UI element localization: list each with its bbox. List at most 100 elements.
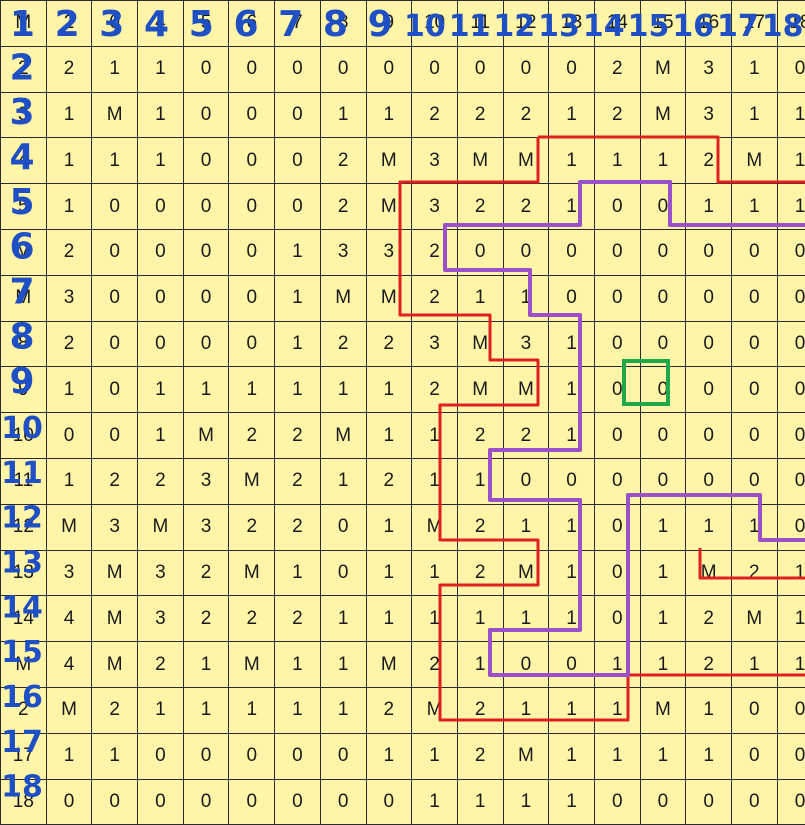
- grid-cell: 1: [320, 458, 366, 504]
- grid-cell: M: [229, 458, 275, 504]
- grid-cell: 2: [457, 504, 503, 550]
- grid-cell: M: [503, 733, 549, 779]
- grid-cell: 0: [229, 779, 275, 825]
- grid-cell: 1: [549, 321, 595, 367]
- grid-cell: 0: [138, 275, 184, 321]
- grid-cell: 1: [46, 92, 92, 138]
- grid-cell: 1: [777, 550, 805, 596]
- grid-cell: 1: [183, 687, 229, 733]
- grid-cell: 3: [46, 550, 92, 596]
- grid-cell: 2: [46, 321, 92, 367]
- grid-cell: 1: [320, 92, 366, 138]
- grid-cell: 1: [640, 550, 686, 596]
- grid-cell: 16: [686, 1, 732, 47]
- grid-cell: 1: [640, 596, 686, 642]
- grid-cell: 0: [503, 458, 549, 504]
- grid-cell: 1: [366, 367, 412, 413]
- grid-cell: 9: [366, 1, 412, 47]
- grid-cell: 2: [92, 687, 138, 733]
- grid-cell: 1: [412, 733, 458, 779]
- grid-cell: 4: [46, 596, 92, 642]
- grid-cell: 0: [549, 642, 595, 688]
- grid-cell: 1: [366, 550, 412, 596]
- grid-cell: 3: [183, 458, 229, 504]
- grid-cell: 0: [366, 779, 412, 825]
- grid-cell: M: [366, 275, 412, 321]
- grid-cell: 1: [686, 687, 732, 733]
- grid-cell: 1: [594, 642, 640, 688]
- grid-cell: 0: [640, 321, 686, 367]
- grid-cell: M: [412, 687, 458, 733]
- grid-cell: 0: [183, 733, 229, 779]
- grid-cell: 0: [183, 46, 229, 92]
- grid-cell: 8: [1, 321, 47, 367]
- grid-row: 31M10001122212M311: [1, 92, 805, 138]
- grid-cell: 1: [46, 184, 92, 230]
- grid-row: 41110002M3MM1112M1: [1, 138, 805, 184]
- grid-cell: 2: [366, 321, 412, 367]
- grid-cell: 0: [594, 321, 640, 367]
- grid-cell: M: [320, 413, 366, 459]
- grid-cell: 0: [92, 275, 138, 321]
- grid-cell: 1: [320, 367, 366, 413]
- grid-cell: 0: [777, 504, 805, 550]
- grid-cell: 11: [1, 458, 47, 504]
- grid-cell: 2: [457, 550, 503, 596]
- grid-cell: 0: [183, 321, 229, 367]
- grid-cell: 1: [138, 367, 184, 413]
- grid-cell: M: [92, 92, 138, 138]
- grid-cell: 1: [732, 92, 778, 138]
- grid-cell: 0: [92, 321, 138, 367]
- grid-cell: 1: [777, 138, 805, 184]
- grid-cell: 0: [503, 46, 549, 92]
- grid-cell: 1: [503, 779, 549, 825]
- grid-cell: 11: [457, 1, 503, 47]
- grid-cell: 1: [777, 184, 805, 230]
- grid-cell: 1: [275, 321, 321, 367]
- grid-cell: 4: [46, 642, 92, 688]
- grid-cell: 2: [686, 642, 732, 688]
- grid-row: 133M32M10112M101M21: [1, 550, 805, 596]
- grid-cell: M: [503, 138, 549, 184]
- grid-cell: 2: [92, 458, 138, 504]
- grid-cell: M: [366, 184, 412, 230]
- grid-cell: M: [366, 642, 412, 688]
- grid-cell: 0: [229, 733, 275, 779]
- grid-cell: 1: [503, 504, 549, 550]
- grid-cell: 2: [412, 275, 458, 321]
- grid-cell: 3: [412, 184, 458, 230]
- grid-cell: 1: [366, 733, 412, 779]
- grid-cell: 17: [1, 733, 47, 779]
- grid-cell: 1: [138, 687, 184, 733]
- grid-cell: 0: [275, 138, 321, 184]
- grid-cell: 0: [275, 184, 321, 230]
- grid-cell: 18: [777, 1, 805, 47]
- grid-cell: 0: [320, 504, 366, 550]
- grid-cell: 2: [457, 687, 503, 733]
- grid-cell: 0: [777, 779, 805, 825]
- grid-cell: 1: [503, 687, 549, 733]
- grid-cell: 0: [777, 321, 805, 367]
- grid-cell: 1: [594, 687, 640, 733]
- grid-cell: 0: [320, 46, 366, 92]
- grid-cell: M: [92, 642, 138, 688]
- grid-cell: M: [640, 46, 686, 92]
- grid-cell: 1: [46, 458, 92, 504]
- grid-cell: 2: [366, 458, 412, 504]
- grid-cell: 3: [366, 229, 412, 275]
- grid-cell: 0: [777, 275, 805, 321]
- grid-cell: 0: [92, 184, 138, 230]
- grid-cell: 1: [549, 92, 595, 138]
- grid-cell: 17: [732, 1, 778, 47]
- grid-cell: 13: [549, 1, 595, 47]
- grid-cell: 2: [412, 92, 458, 138]
- grid-cell: 4: [138, 1, 184, 47]
- grid-cell: 1: [640, 138, 686, 184]
- grid-cell: M: [732, 596, 778, 642]
- grid-cell: 0: [229, 92, 275, 138]
- grid-cell: 1: [549, 550, 595, 596]
- grid-cell: 0: [275, 733, 321, 779]
- grid-cell: 0: [640, 367, 686, 413]
- grid-cell: M: [686, 550, 732, 596]
- grid-cell: 1: [549, 367, 595, 413]
